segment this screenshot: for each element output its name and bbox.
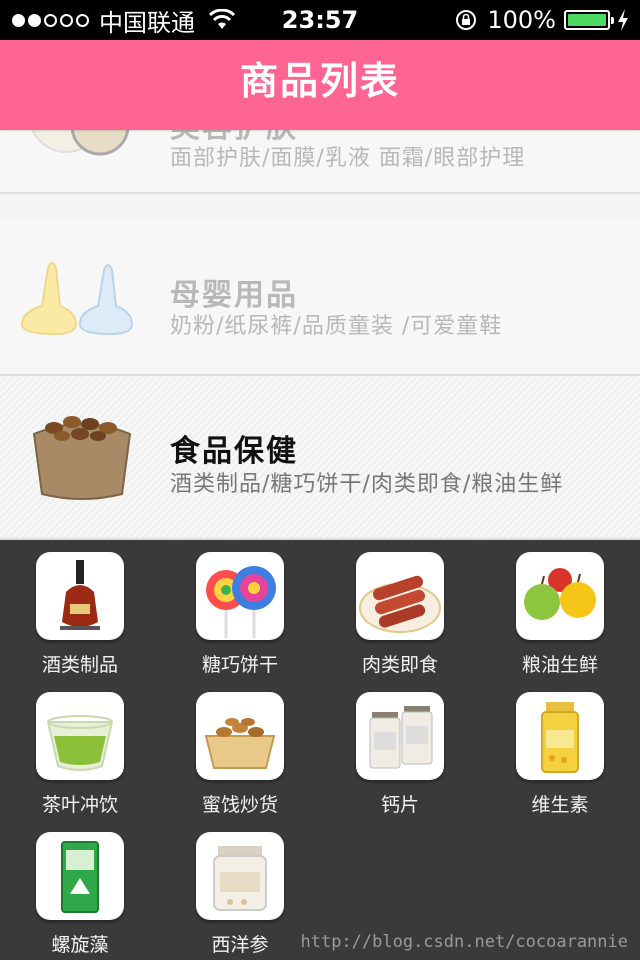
subcategory-item[interactable]: 肉类即食 xyxy=(320,540,480,680)
page-title: 商品列表 xyxy=(239,59,400,103)
subcategory-item[interactable]: 茶叶冲饮 xyxy=(0,680,160,820)
lollipop-icon[interactable] xyxy=(196,552,284,640)
category-subtitle: 面部护肤/面膜/乳液 面霜/眼部护理 xyxy=(170,146,526,171)
subcategory-label: 酒类制品 xyxy=(41,654,118,676)
subcategory-label: 维生素 xyxy=(531,794,589,816)
subcategory-label: 钙片 xyxy=(380,794,419,816)
battery-icon xyxy=(564,10,614,30)
supplement-bottles-icon[interactable] xyxy=(356,692,444,780)
category-row-food[interactable]: 食品保健 酒类制品/糖巧饼干/肉类即食/粮油生鲜 xyxy=(0,378,640,540)
baby-bottle-icon xyxy=(20,262,134,336)
subcategory-item[interactable]: 维生素 xyxy=(480,680,640,820)
category-title: 食品保健 xyxy=(170,434,298,469)
watermark: http://blog.csdn.net/cocoarannie xyxy=(300,932,628,952)
nut-basket-icon[interactable] xyxy=(196,692,284,780)
status-bar: 中国联通 23:57 100% xyxy=(0,0,640,40)
subcategory-label: 茶叶冲饮 xyxy=(41,794,118,816)
subcategory-item[interactable]: 钙片 xyxy=(320,680,480,820)
subcategory-grid: 酒类制品 糖巧饼干 肉类即食 粮油生鲜 茶叶冲饮 蜜饯炒货 钙片 维生素 螺旋藻… xyxy=(0,540,640,960)
subcategory-item[interactable]: 蜜饯炒货 xyxy=(160,680,320,820)
subcategory-label: 粮油生鲜 xyxy=(521,654,598,676)
subcategory-item[interactable]: 螺旋藻 xyxy=(0,820,160,960)
subcategory-item[interactable]: 糖巧饼干 xyxy=(160,540,320,680)
apples-icon[interactable] xyxy=(516,552,604,640)
subcategory-item[interactable]: 酒类制品 xyxy=(0,540,160,680)
rotation-lock-icon xyxy=(456,10,477,30)
subcategory-label: 西洋参 xyxy=(211,934,269,956)
subcategory-label: 螺旋藻 xyxy=(51,934,109,956)
category-subtitle: 奶粉/纸尿裤/品质童装 /可爱童鞋 xyxy=(170,314,503,339)
liquor-bottle-icon[interactable] xyxy=(36,552,124,640)
subcategory-item[interactable]: 粮油生鲜 xyxy=(480,540,640,680)
navigation-bar: 商品列表 xyxy=(0,40,640,130)
status-right: 100% xyxy=(455,4,630,36)
battery-percent: 100% xyxy=(487,6,556,34)
tea-cup-icon[interactable] xyxy=(36,692,124,780)
category-subtitle: 酒类制品/糖巧饼干/肉类即食/粮油生鲜 xyxy=(170,472,564,497)
subcategory-item[interactable]: 西洋参 xyxy=(160,820,320,960)
ginseng-jar-icon[interactable] xyxy=(196,832,284,920)
sausage-plate-icon[interactable] xyxy=(356,552,444,640)
spirulina-box-icon[interactable] xyxy=(36,832,124,920)
category-row-baby[interactable]: 母婴用品 奶粉/纸尿裤/品质童装 /可爱童鞋 xyxy=(0,218,640,376)
subcategory-label: 肉类即食 xyxy=(361,654,438,676)
charging-icon xyxy=(618,9,628,31)
vitamin-jar-icon[interactable] xyxy=(516,692,604,780)
nuts-sack-icon xyxy=(32,416,132,500)
subcategory-label: 蜜饯炒货 xyxy=(201,794,278,816)
subcategory-label: 糖巧饼干 xyxy=(201,654,278,676)
